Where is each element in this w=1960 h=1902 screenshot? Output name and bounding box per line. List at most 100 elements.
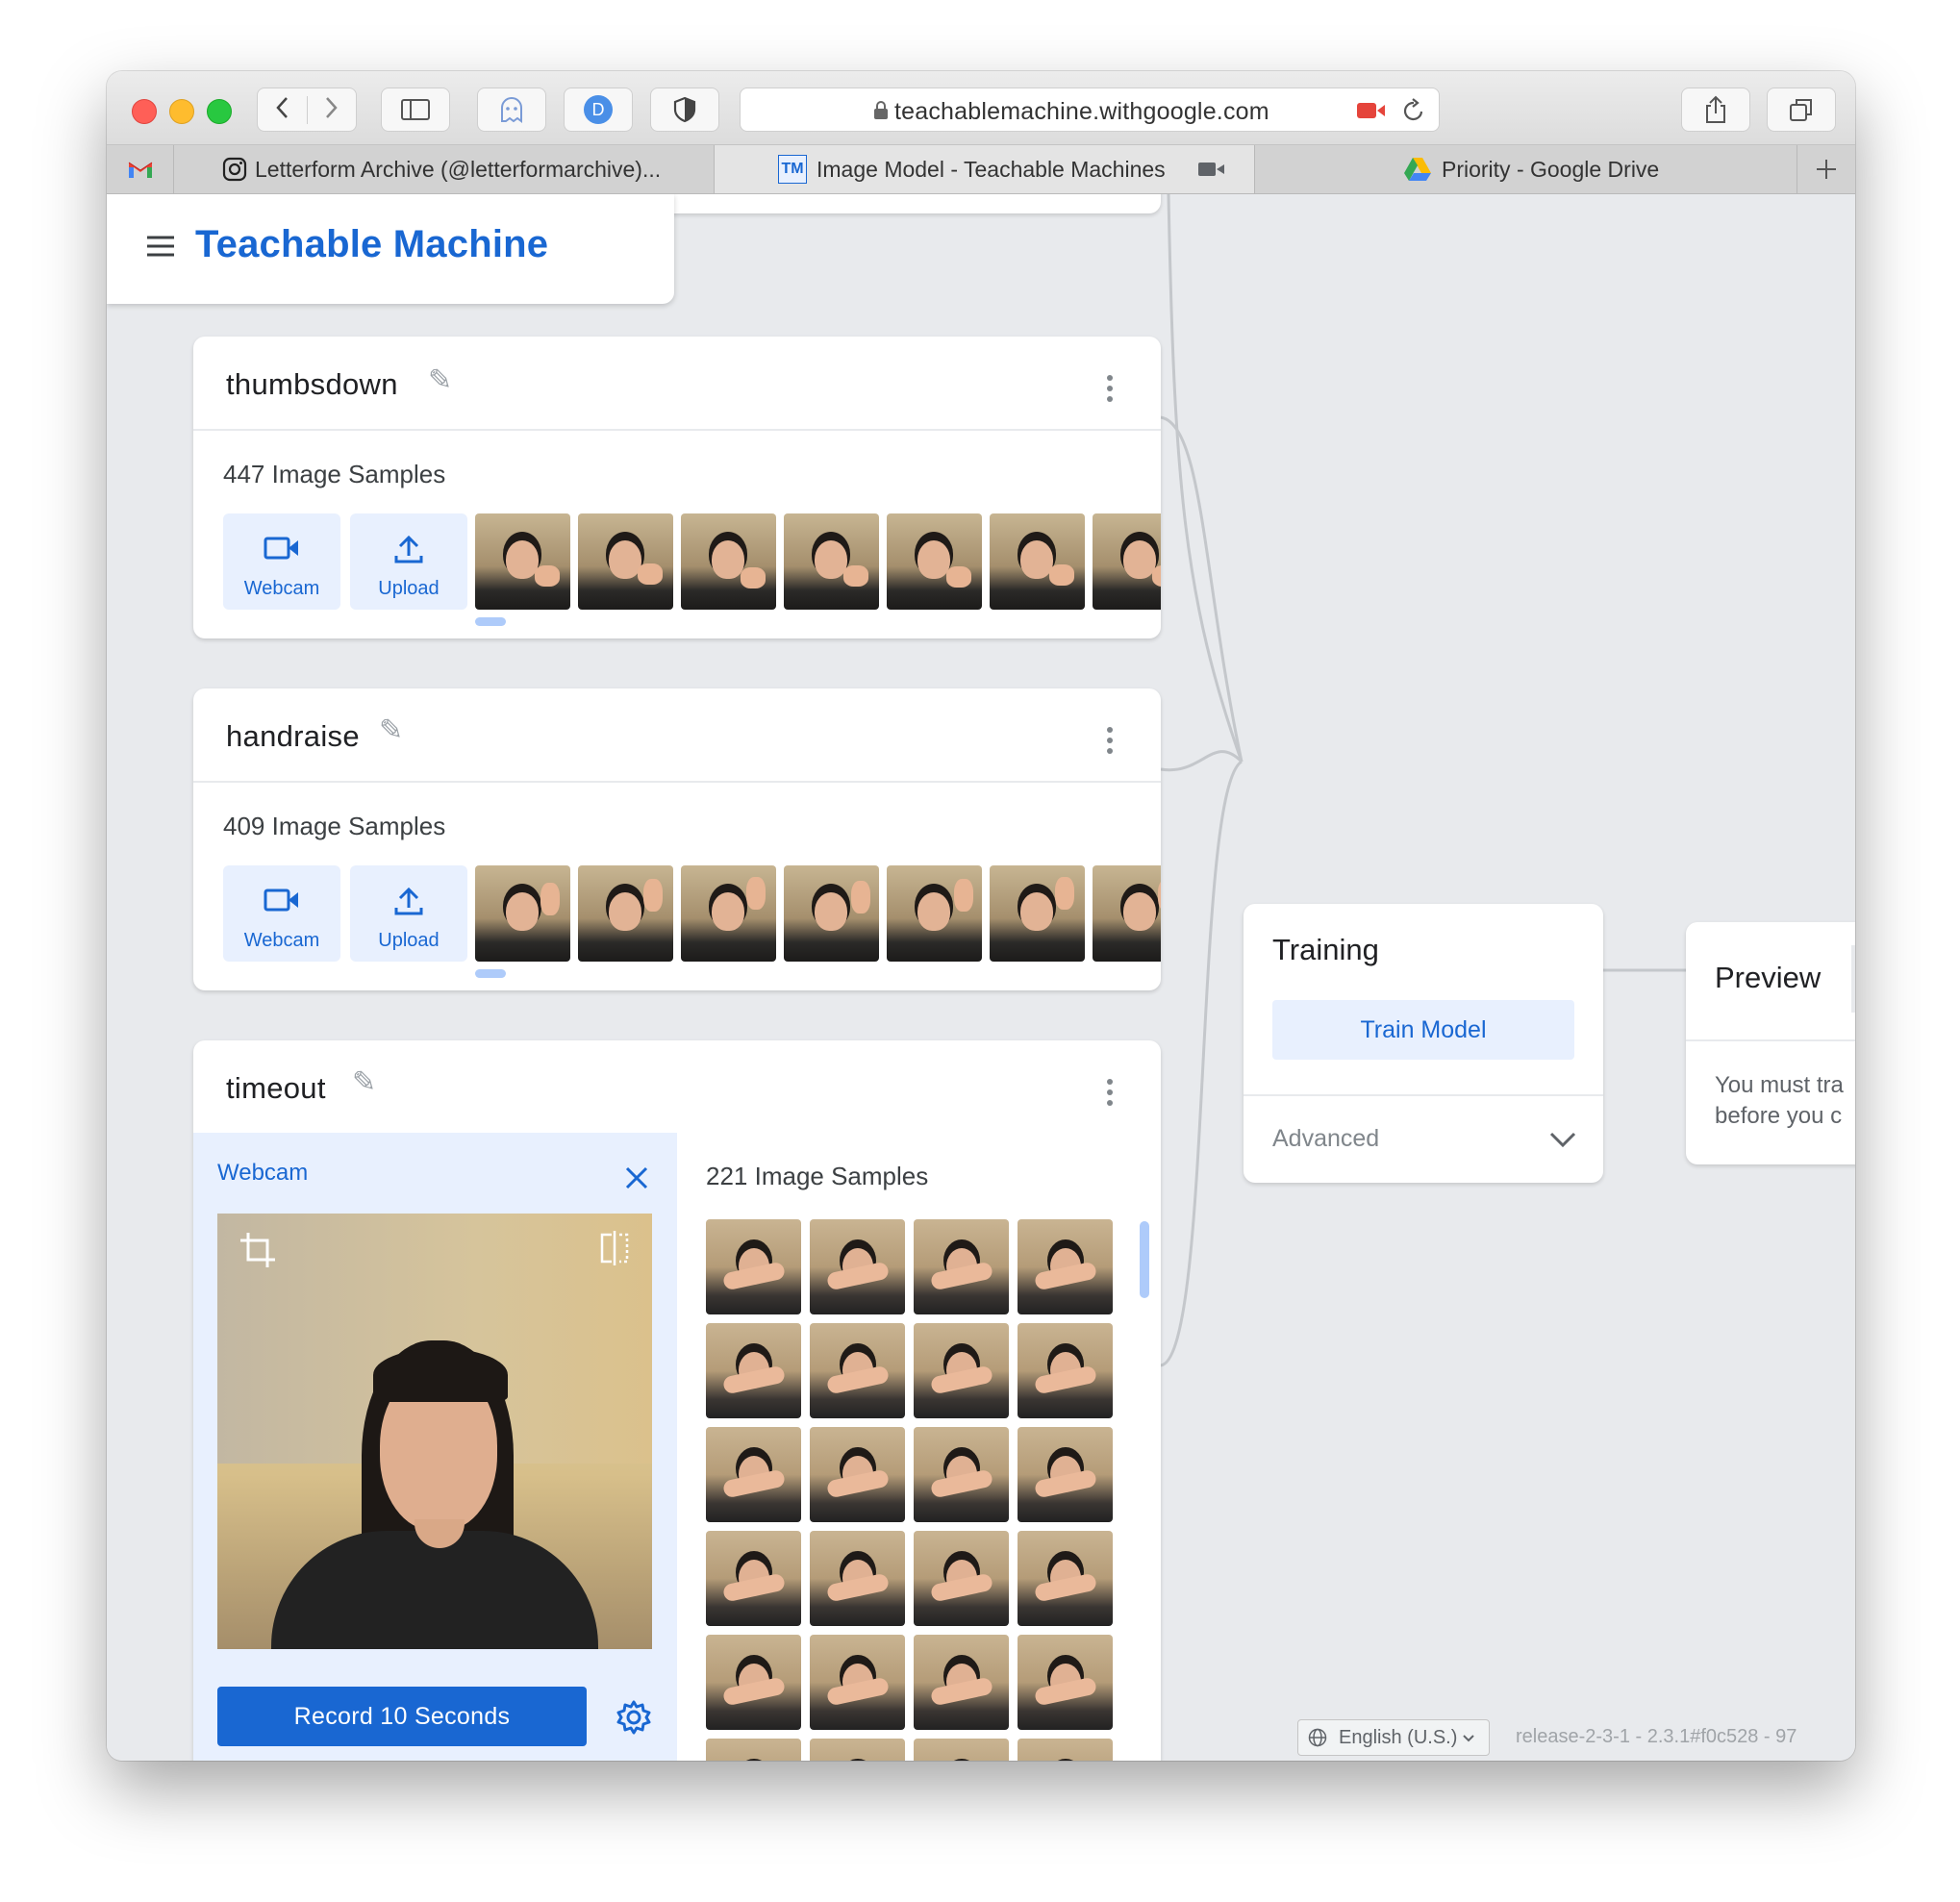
app-title[interactable]: Teachable Machine: [195, 223, 548, 266]
camera-in-use-icon[interactable]: [1356, 101, 1387, 120]
profile-extension-button[interactable]: D: [564, 88, 633, 132]
sample-thumbnail[interactable]: [810, 1531, 905, 1626]
video-camera-icon: [264, 888, 298, 912]
sample-thumbnail-strip[interactable]: [475, 513, 1161, 610]
samples-count: 447 Image Samples: [223, 460, 446, 488]
edit-pencil-icon[interactable]: ✎: [428, 363, 452, 397]
sample-thumbnail[interactable]: [914, 1531, 1009, 1626]
close-icon[interactable]: [624, 1165, 649, 1190]
more-options-icon[interactable]: [1107, 727, 1113, 759]
page-content: thumbsdown ✎ 447 Image Samples Webcam Up…: [107, 194, 1855, 1761]
tab-google-drive[interactable]: Priority - Google Drive: [1255, 145, 1797, 193]
sample-thumbnail[interactable]: [1093, 865, 1161, 962]
sample-thumbnail[interactable]: [810, 1323, 905, 1418]
zoom-window-button[interactable]: [207, 99, 232, 124]
class-name[interactable]: handraise: [226, 719, 360, 754]
pinned-tab-gmail[interactable]: [107, 145, 174, 193]
upload-icon: [394, 535, 423, 563]
sample-thumbnail[interactable]: [1093, 513, 1161, 610]
sample-thumbnail[interactable]: [784, 865, 879, 962]
sample-thumbnail[interactable]: [706, 1739, 801, 1761]
ghost-extension-icon[interactable]: [477, 88, 546, 132]
sample-thumbnail[interactable]: [914, 1635, 1009, 1730]
share-icon[interactable]: [1681, 88, 1750, 132]
close-window-button[interactable]: [132, 99, 157, 124]
sample-thumbnail[interactable]: [475, 865, 570, 962]
sample-thumbnail[interactable]: [475, 513, 570, 610]
sample-thumbnail[interactable]: [810, 1635, 905, 1730]
tab-image-model[interactable]: TM Image Model - Teachable Machines: [715, 145, 1255, 193]
sample-thumbnail[interactable]: [1018, 1739, 1113, 1761]
sample-thumbnail[interactable]: [706, 1531, 801, 1626]
sample-thumbnail[interactable]: [706, 1323, 801, 1418]
upload-button[interactable]: Upload: [350, 865, 467, 962]
teachable-machine-favicon-icon: TM: [778, 155, 807, 184]
preview-toggle-edge[interactable]: [1851, 945, 1855, 1013]
edit-pencil-icon[interactable]: ✎: [379, 713, 403, 747]
sample-thumbnail[interactable]: [887, 865, 982, 962]
sample-thumbnail[interactable]: [681, 865, 776, 962]
minimize-window-button[interactable]: [169, 99, 194, 124]
camera-in-use-icon[interactable]: [1197, 160, 1226, 179]
flip-horizontal-icon[interactable]: [598, 1231, 631, 1265]
sample-thumbnail[interactable]: [914, 1219, 1009, 1314]
thumbnail-scroll-indicator[interactable]: [475, 969, 506, 978]
sample-thumbnail[interactable]: [1018, 1219, 1113, 1314]
address-bar[interactable]: teachablemachine.withgoogle.com: [740, 88, 1440, 132]
sample-thumbnail[interactable]: [706, 1635, 801, 1730]
sample-thumbnail[interactable]: [706, 1219, 801, 1314]
more-options-icon[interactable]: [1107, 1079, 1113, 1111]
more-options-icon[interactable]: [1107, 375, 1113, 407]
divider: [1686, 1039, 1855, 1041]
sample-thumbnail[interactable]: [784, 513, 879, 610]
sample-thumbnail[interactable]: [810, 1219, 905, 1314]
new-tab-button[interactable]: [1797, 145, 1855, 193]
sample-thumbnail[interactable]: [887, 513, 982, 610]
tab-letterform-archive[interactable]: Letterform Archive (@letterformarchive).…: [174, 145, 715, 193]
sample-thumbnail[interactable]: [914, 1739, 1009, 1761]
hamburger-menu-icon[interactable]: [145, 235, 176, 258]
class-name[interactable]: thumbsdown: [226, 367, 398, 402]
sample-thumbnail[interactable]: [578, 513, 673, 610]
sample-thumbnail[interactable]: [914, 1323, 1009, 1418]
tab-overview-icon[interactable]: [1767, 88, 1836, 132]
thumbnail-scroll-indicator[interactable]: [475, 617, 506, 626]
edit-pencil-icon[interactable]: ✎: [352, 1065, 376, 1099]
sample-thumbnail[interactable]: [578, 865, 673, 962]
sample-thumbnail[interactable]: [810, 1427, 905, 1522]
webcam-button[interactable]: Webcam: [223, 865, 340, 962]
sample-thumbnail[interactable]: [1018, 1531, 1113, 1626]
grid-scrollbar[interactable]: [1140, 1221, 1149, 1298]
sample-thumbnail-strip[interactable]: [475, 865, 1161, 962]
gmail-icon: [128, 162, 152, 178]
advanced-label: Advanced: [1272, 1125, 1380, 1152]
webcam-preview: [217, 1214, 652, 1649]
language-select[interactable]: English (U.S.): [1297, 1719, 1490, 1756]
shield-icon[interactable]: [650, 88, 719, 132]
webcam-button[interactable]: Webcam: [223, 513, 340, 610]
back-arrow-icon[interactable]: [258, 95, 308, 124]
class-name[interactable]: timeout: [226, 1071, 326, 1106]
sidebar-toggle-icon[interactable]: [381, 88, 450, 132]
preview-card: Preview You must tra before you c: [1686, 922, 1855, 1164]
sample-thumbnail[interactable]: [990, 865, 1085, 962]
crop-icon[interactable]: [239, 1231, 277, 1269]
forward-arrow-icon[interactable]: [308, 96, 357, 124]
record-button[interactable]: Record 10 Seconds: [217, 1687, 587, 1746]
gear-icon[interactable]: [616, 1700, 651, 1735]
sample-thumbnail[interactable]: [810, 1739, 905, 1761]
sample-thumbnail[interactable]: [990, 513, 1085, 610]
sample-thumbnail[interactable]: [1018, 1323, 1113, 1418]
divider: [193, 429, 1161, 431]
upload-button[interactable]: Upload: [350, 513, 467, 610]
sample-thumbnail[interactable]: [706, 1427, 801, 1522]
sample-thumbnail[interactable]: [1018, 1635, 1113, 1730]
reload-icon[interactable]: [1402, 98, 1425, 123]
sample-thumbnail[interactable]: [1018, 1427, 1113, 1522]
train-model-button[interactable]: Train Model: [1272, 1000, 1574, 1060]
preview-message-line: before you c: [1715, 1103, 1843, 1129]
sample-thumbnail-grid[interactable]: [706, 1219, 1119, 1761]
sample-thumbnail[interactable]: [681, 513, 776, 610]
advanced-toggle[interactable]: Advanced: [1244, 1096, 1603, 1183]
sample-thumbnail[interactable]: [914, 1427, 1009, 1522]
